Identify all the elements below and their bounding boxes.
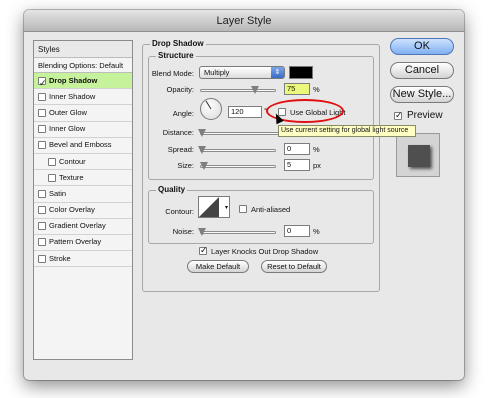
effect-label: Pattern Overlay — [49, 237, 102, 247]
noise-field[interactable]: 0 — [284, 225, 310, 237]
effect-item-stroke[interactable]: Stroke — [34, 251, 132, 268]
effect-item-contour[interactable]: Contour — [34, 154, 132, 171]
spread-slider-knob[interactable] — [198, 146, 206, 154]
contour-dropdown-arrow-icon: ▾ — [224, 205, 228, 211]
size-slider-knob[interactable] — [200, 162, 208, 170]
angle-label: Angle: — [172, 109, 194, 118]
knockout-label: Layer Knocks Out Drop Shadow — [211, 247, 319, 256]
effect-label: Gradient Overlay — [49, 221, 106, 231]
make-default-button[interactable]: Make Default — [187, 260, 249, 273]
effect-label: Inner Shadow — [49, 91, 96, 101]
effect-label: Satin — [49, 188, 67, 198]
preview-thumbnail — [396, 133, 440, 177]
noise-slider-knob[interactable] — [198, 228, 206, 236]
size-unit: px — [313, 161, 321, 170]
contour-picker[interactable]: ▾ — [198, 196, 230, 218]
anti-aliased-label: Anti-aliased — [251, 205, 291, 214]
bevel-emboss-checkbox[interactable] — [38, 141, 46, 150]
effect-label: Color Overlay — [49, 205, 95, 215]
opacity-label: Opacity: — [166, 85, 194, 94]
quality-title: Quality — [156, 185, 188, 194]
linear-contour-icon — [199, 197, 219, 217]
contour-checkbox[interactable] — [48, 157, 56, 166]
shadow-color-swatch[interactable] — [289, 66, 313, 79]
angle-field[interactable]: 120 — [228, 106, 262, 118]
size-slider[interactable] — [200, 162, 276, 170]
effect-item-satin[interactable]: Satin — [34, 186, 132, 203]
effect-label: Contour — [59, 156, 86, 166]
stroke-checkbox[interactable] — [38, 254, 46, 263]
preview-label: Preview — [407, 110, 443, 121]
select-arrows-icon: ⇕ — [271, 67, 284, 78]
opacity-slider[interactable] — [200, 86, 276, 94]
opacity-slider-knob[interactable] — [251, 86, 259, 94]
noise-label: Noise: — [172, 227, 194, 236]
distance-label: Distance: — [162, 128, 194, 137]
spread-unit: % — [313, 145, 320, 154]
satin-checkbox[interactable] — [38, 189, 46, 198]
window-title: Layer Style — [24, 10, 464, 32]
angle-needle-icon — [205, 100, 212, 110]
effect-label: Bevel and Emboss — [49, 140, 112, 150]
effect-item-inner-glow[interactable]: Inner Glow — [34, 122, 132, 138]
effect-item-outer-glow[interactable]: Outer Glow — [34, 105, 132, 122]
styles-header[interactable]: Styles — [34, 41, 132, 58]
cancel-button[interactable]: Cancel — [390, 62, 454, 79]
opacity-field[interactable]: 75 — [284, 83, 310, 95]
effect-item-bevel-emboss[interactable]: Bevel and Emboss — [34, 138, 132, 154]
blending-options-item[interactable]: Blending Options: Default — [34, 58, 132, 73]
inner-glow-checkbox[interactable] — [38, 125, 46, 134]
contour-label: Contour: — [165, 207, 194, 216]
effect-item-gradient-overlay[interactable]: Gradient Overlay — [34, 219, 132, 235]
texture-checkbox[interactable] — [48, 173, 56, 182]
reset-to-default-button[interactable]: Reset to Default — [261, 260, 327, 273]
ok-button[interactable]: OK — [390, 38, 454, 55]
effect-item-color-overlay[interactable]: Color Overlay — [34, 203, 132, 219]
effect-label: Outer Glow — [49, 107, 87, 117]
tooltip: Use current setting for global light sou… — [278, 125, 416, 137]
new-style-button[interactable]: New Style... — [390, 86, 454, 103]
noise-unit: % — [313, 227, 320, 236]
effect-label: Stroke — [49, 253, 71, 263]
drop-shadow-title: Drop Shadow — [150, 39, 206, 48]
gradient-overlay-checkbox[interactable] — [38, 222, 46, 231]
effect-label: Drop Shadow — [49, 75, 98, 85]
pattern-overlay-checkbox[interactable] — [38, 238, 46, 247]
size-field[interactable]: 5 — [284, 159, 310, 171]
blend-mode-select[interactable]: Multiply ⇕ — [199, 66, 285, 79]
spread-field[interactable]: 0 — [284, 143, 310, 155]
noise-slider[interactable] — [198, 228, 276, 236]
color-overlay-checkbox[interactable] — [38, 206, 46, 215]
knockout-checkbox[interactable] — [199, 245, 208, 256]
effect-item-pattern-overlay[interactable]: Pattern Overlay — [34, 235, 132, 252]
blend-mode-label: Blend Mode: — [151, 69, 194, 78]
spread-slider[interactable] — [198, 146, 276, 154]
spread-label: Spread: — [167, 145, 194, 154]
drop-shadow-checkbox[interactable] — [38, 75, 47, 91]
inner-shadow-checkbox[interactable] — [38, 92, 46, 101]
angle-dial[interactable] — [200, 98, 222, 120]
size-label: Size: — [177, 161, 194, 170]
distance-slider-knob[interactable] — [198, 129, 206, 137]
effect-label: Inner Glow — [49, 124, 86, 134]
effect-label: Texture — [59, 172, 84, 182]
effect-item-drop-shadow[interactable]: Drop Shadow — [34, 73, 132, 91]
effect-item-inner-shadow[interactable]: Inner Shadow — [34, 89, 132, 106]
anti-aliased-checkbox[interactable] — [239, 205, 247, 213]
blend-mode-value: Multiply — [204, 68, 230, 77]
preview-swatch — [408, 145, 430, 167]
structure-title: Structure — [156, 51, 196, 60]
styles-list: Styles Blending Options: Default Drop Sh… — [33, 40, 133, 360]
preview-checkbox[interactable] — [394, 110, 403, 121]
effect-item-texture[interactable]: Texture — [34, 170, 132, 187]
opacity-unit: % — [313, 85, 320, 94]
outer-glow-checkbox[interactable] — [38, 108, 46, 117]
layer-style-dialog: Layer Style Styles Blending Options: Def… — [24, 10, 464, 380]
